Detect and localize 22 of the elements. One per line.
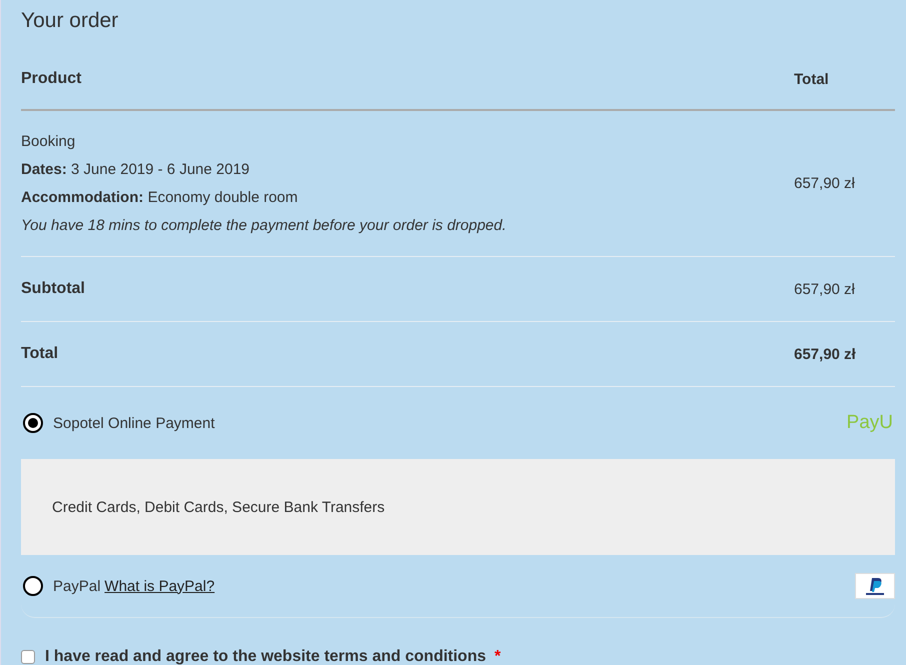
radio-button[interactable] — [23, 576, 43, 596]
what-is-paypal-link[interactable]: What is PayPal? — [104, 578, 215, 594]
terms-label: I have read and agree to the website terms and conditions * — [45, 648, 501, 665]
column-header: Total — [794, 70, 830, 88]
terms-checkbox[interactable] — [21, 650, 35, 664]
payment-method-label: Sopotel Online Payment — [53, 414, 215, 432]
radio-button[interactable] — [23, 413, 43, 433]
payment-description-panel: Credit Cards, Debit Cards, Secure Bank Transfers — [21, 459, 895, 555]
summary-value: 657,90 zł — [794, 346, 857, 362]
line-total: 657,90 zł — [794, 175, 856, 192]
payment-logo: PayU — [846, 412, 893, 434]
paypal-logo-icon — [855, 573, 895, 599]
product-detail: Dates: 3 June 2019 - 6 June 2019 — [21, 161, 251, 178]
summary-value: 657,90 zł — [794, 280, 856, 298]
product-detail: Accommodation: Economy double room — [21, 189, 299, 206]
summary-label: Subtotal — [21, 280, 85, 298]
summary-label: Total — [21, 345, 58, 363]
section-title: Your order — [21, 8, 120, 34]
column-header: Product — [21, 70, 82, 88]
product-name: Booking — [21, 133, 76, 150]
payment-method-label: PayPal — [53, 578, 101, 594]
payment-timer-note: You have 18 mins to complete the payment before your order is dropped. — [21, 217, 506, 234]
